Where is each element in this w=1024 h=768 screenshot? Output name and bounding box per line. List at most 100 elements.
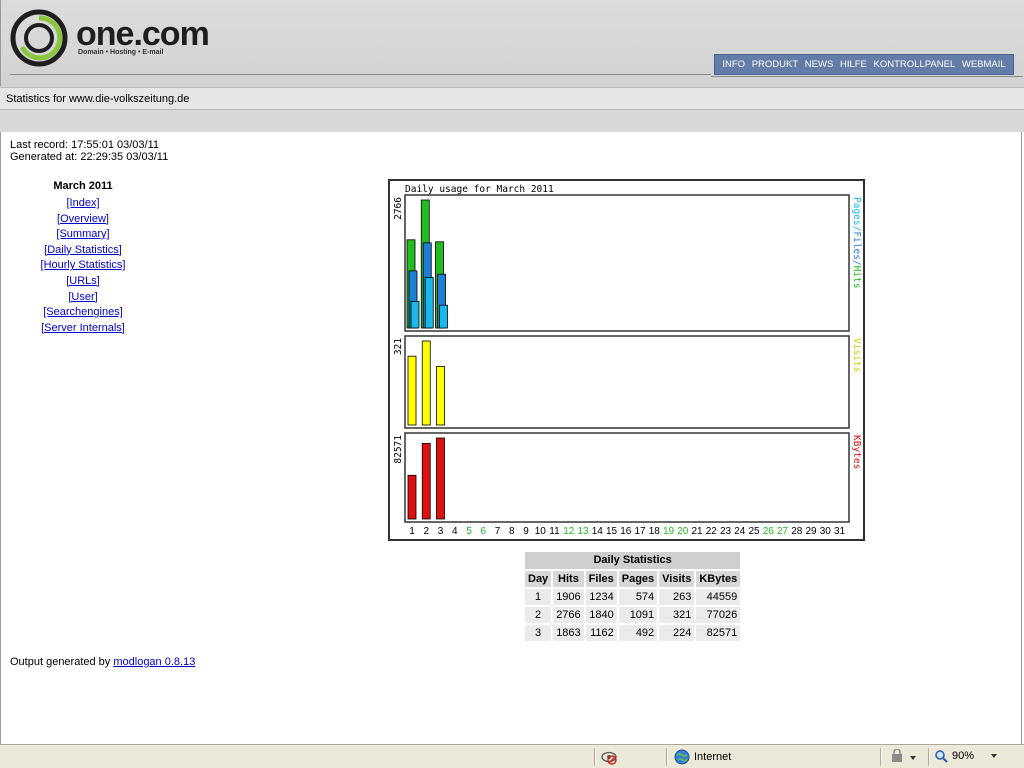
x-tick-label: 1 bbox=[409, 526, 415, 537]
bar-visits-day-3 bbox=[436, 365, 445, 426]
browser-status-bar: Internet 90% bbox=[0, 744, 1024, 768]
privacy-eye-icon[interactable] bbox=[600, 748, 618, 766]
brand-tagline: Domain • Hosting • E-mail bbox=[78, 49, 164, 56]
x-tick-label: 22 bbox=[706, 526, 718, 537]
bar-pages-day-3 bbox=[439, 304, 448, 329]
cell-pages: 1091 bbox=[618, 607, 658, 623]
daily-statistics-table: Daily Statistics Day Hits Files Pages Vi… bbox=[523, 552, 742, 643]
x-tick-label: 29 bbox=[805, 526, 817, 537]
table-row: 2 2766 1840 1091 321 77026 bbox=[525, 607, 741, 623]
cell-visits: 224 bbox=[659, 625, 695, 641]
record-meta: Last record: 17:55:01 03/03/11 Generated… bbox=[10, 139, 168, 163]
col-pages: Pages bbox=[618, 571, 658, 587]
x-tick-label: 6 bbox=[480, 526, 486, 537]
x-tick-label: 26 bbox=[763, 526, 775, 537]
cell-hits: 1906 bbox=[553, 589, 584, 605]
cell-hits: 1863 bbox=[553, 625, 584, 641]
x-tick-label: 3 bbox=[438, 526, 444, 537]
nav-kontrollpanel[interactable]: KONTROLLPANEL bbox=[874, 59, 956, 70]
bar-visits-day-1 bbox=[407, 355, 417, 426]
cell-files: 1840 bbox=[585, 607, 617, 623]
header-divider-right bbox=[711, 76, 1023, 77]
link-daily-statistics[interactable]: [Daily Statistics] bbox=[31, 243, 135, 259]
nav-info[interactable]: INFO bbox=[722, 59, 745, 70]
link-overview[interactable]: [Overview] bbox=[31, 212, 135, 228]
x-tick-label: 12 bbox=[563, 526, 575, 537]
x-tick-label: 5 bbox=[466, 526, 472, 537]
site-header: one.com Domain • Hosting • E-mail INFO P… bbox=[0, 0, 1024, 132]
panel-max-label: 321 bbox=[393, 338, 404, 355]
nav-produkt[interactable]: PRODUKT bbox=[752, 59, 798, 70]
link-urls[interactable]: [URLs] bbox=[31, 274, 135, 290]
cell-visits: 263 bbox=[659, 589, 695, 605]
chart-title: Daily usage for March 2011 bbox=[405, 184, 554, 195]
table-caption: Daily Statistics bbox=[525, 552, 741, 569]
cell-kbytes: 82571 bbox=[696, 625, 741, 641]
nav-hilfe[interactable]: HILFE bbox=[840, 59, 867, 70]
series-label-hits: Hits bbox=[851, 266, 862, 289]
panel-series-label: Pages/Files/Hits bbox=[851, 197, 862, 289]
report-month: March 2011 bbox=[53, 180, 113, 192]
brand-name: one.com bbox=[76, 15, 210, 53]
logo-ring-icon bbox=[10, 9, 68, 67]
link-server-internals[interactable]: [Server Internals] bbox=[31, 321, 135, 337]
bar-visits-day-2 bbox=[421, 340, 431, 426]
cell-visits: 321 bbox=[659, 607, 695, 623]
nav-news[interactable]: NEWS bbox=[805, 59, 834, 70]
x-tick-label: 27 bbox=[777, 526, 789, 537]
globe-icon bbox=[674, 749, 690, 765]
bar-kbytes-day-1 bbox=[407, 474, 417, 520]
statistics-for-bar: Statistics for www.die-volkszeitung.de bbox=[0, 87, 1024, 110]
x-tick-label: 28 bbox=[791, 526, 803, 537]
chart-panel bbox=[404, 432, 850, 523]
statistics-for-label: Statistics for www.die-volkszeitung.de bbox=[6, 93, 190, 105]
cell-pages: 492 bbox=[618, 625, 658, 641]
link-hourly-statistics[interactable]: [Hourly Statistics] bbox=[31, 258, 135, 274]
generated-at: Generated at: 22:29:35 03/03/11 bbox=[10, 151, 169, 163]
col-kbytes: KBytes bbox=[696, 571, 741, 587]
panel-series-label: KBytes bbox=[851, 435, 862, 469]
status-separator bbox=[880, 748, 881, 766]
main-content: Last record: 17:55:01 03/03/11 Generated… bbox=[0, 132, 1022, 744]
protected-mode-icon[interactable] bbox=[890, 749, 918, 765]
link-searchengines[interactable]: [Searchengines] bbox=[31, 305, 135, 321]
x-tick-label: 16 bbox=[620, 526, 632, 537]
zoom-control[interactable]: 90% bbox=[934, 749, 1000, 763]
generator-prefix: Output generated by bbox=[10, 656, 114, 668]
col-files: Files bbox=[585, 571, 617, 587]
cell-files: 1234 bbox=[585, 589, 617, 605]
nav-webmail[interactable]: WEBMAIL bbox=[962, 59, 1006, 70]
x-tick-label: 30 bbox=[820, 526, 832, 537]
header-divider bbox=[10, 74, 711, 75]
chart-panel bbox=[404, 194, 850, 332]
chart-panel bbox=[404, 335, 850, 429]
x-tick-label: 18 bbox=[649, 526, 661, 537]
bar-pages-day-1 bbox=[410, 301, 420, 329]
x-tick-label: 2 bbox=[423, 526, 429, 537]
cell-files: 1162 bbox=[585, 625, 617, 641]
panel-series-label: Visits bbox=[851, 338, 862, 372]
link-summary[interactable]: [Summary] bbox=[31, 227, 135, 243]
daily-usage-chart: Daily usage for March 2011 2766 Pages/Fil… bbox=[388, 179, 865, 541]
table-header-row: Day Hits Files Pages Visits KBytes bbox=[525, 571, 741, 587]
grey-band bbox=[0, 110, 1024, 132]
col-visits: Visits bbox=[659, 571, 695, 587]
security-zone[interactable]: Internet bbox=[674, 749, 731, 765]
x-tick-label: 25 bbox=[748, 526, 760, 537]
link-user[interactable]: [User] bbox=[31, 290, 135, 306]
x-tick-label: 10 bbox=[535, 526, 547, 537]
x-tick-label: 23 bbox=[720, 526, 732, 537]
col-hits: Hits bbox=[553, 571, 584, 587]
cell-pages: 574 bbox=[618, 589, 658, 605]
cell-day: 1 bbox=[525, 589, 552, 605]
generator-note: Output generated by modlogan 0.8.13 bbox=[10, 656, 195, 668]
link-index[interactable]: [Index] bbox=[31, 196, 135, 212]
security-zone-label: Internet bbox=[694, 751, 732, 763]
brand-logo[interactable]: one.com Domain • Hosting • E-mail bbox=[10, 9, 220, 69]
x-tick-label: 8 bbox=[509, 526, 515, 537]
bar-pages-day-2 bbox=[424, 277, 434, 329]
generator-link[interactable]: modlogan 0.8.13 bbox=[113, 656, 195, 668]
bar-kbytes-day-3 bbox=[436, 437, 445, 520]
bar-kbytes-day-2 bbox=[421, 443, 431, 520]
x-tick-label: 19 bbox=[663, 526, 675, 537]
